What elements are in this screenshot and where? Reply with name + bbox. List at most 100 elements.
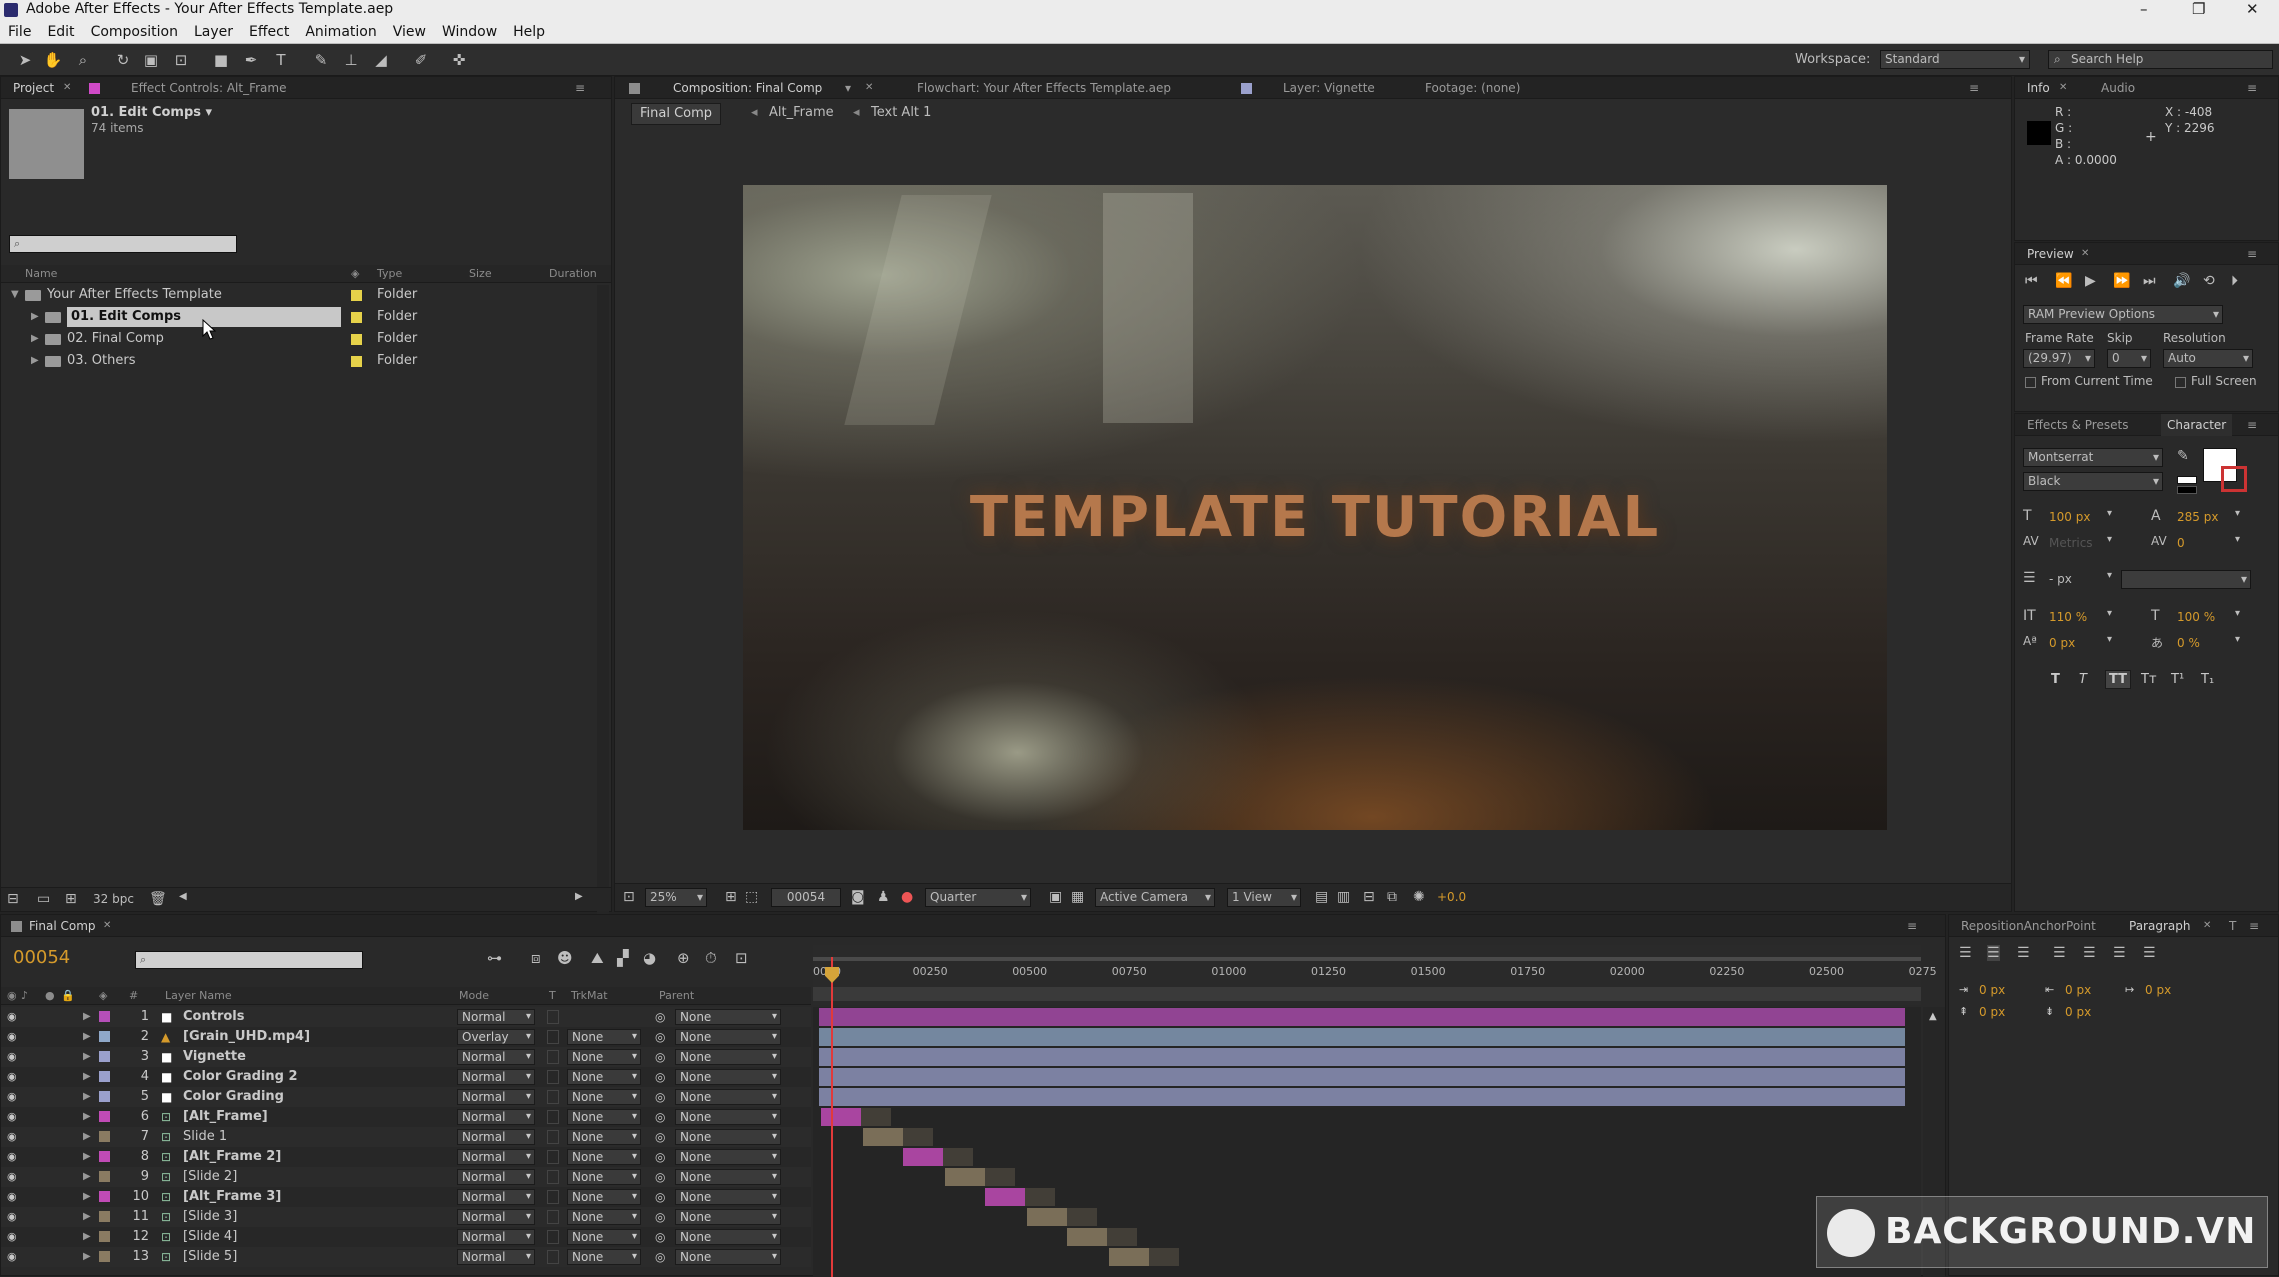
tracking-value[interactable]: 0 <box>2177 536 2185 550</box>
maximize-button[interactable]: ❐ <box>2192 0 2205 19</box>
pickwhip-icon[interactable]: ◎ <box>655 1227 665 1247</box>
align-left-icon[interactable]: ☰ <box>1959 945 1972 961</box>
font-size-value[interactable]: 100 px <box>2049 510 2090 524</box>
layer-duration-bar[interactable] <box>819 1088 1905 1106</box>
composition-viewer[interactable]: TEMPLATE TUTORIAL <box>743 185 1887 830</box>
mute-audio-icon[interactable]: 🔊 <box>2173 273 2190 289</box>
layer-row[interactable]: ◉ ▶ 10 ⊡ [Alt_Frame 3] Normal ▾ None ▾ ◎ None ▾ <box>1 1187 811 1207</box>
comp-lock-icon[interactable] <box>629 83 640 94</box>
transparency-grid-icon[interactable]: ▦ <box>1071 889 1084 905</box>
tab-final-comp[interactable]: Final Comp <box>29 915 96 937</box>
baseline-shift-dropdown-icon[interactable]: ▾ <box>2107 634 2112 645</box>
current-time-field[interactable]: 00054 <box>771 888 841 907</box>
pickwhip-icon[interactable]: ◎ <box>655 1147 665 1167</box>
eye-icon[interactable]: ◉ <box>7 1087 17 1107</box>
layer-duration-bar[interactable] <box>819 1028 1905 1046</box>
stroke-color-swatch[interactable] <box>2221 466 2247 492</box>
black-swatch[interactable] <box>2177 486 2197 494</box>
preserve-transparency-checkbox[interactable] <box>547 1150 559 1164</box>
scroll-left-icon[interactable]: ◀ <box>179 891 187 902</box>
panel-menu-icon[interactable]: ≡ <box>2247 243 2257 265</box>
skip-select[interactable]: 0 ▾ <box>2107 349 2151 368</box>
panel-menu-icon[interactable]: ≡ <box>2249 915 2259 937</box>
layer-parent-select[interactable]: None ▾ <box>675 1249 781 1265</box>
layer-row[interactable]: ◉ ▶ 6 ⊡ [Alt_Frame] Normal ▾ None ▾ ◎ None ▾ <box>1 1107 811 1127</box>
layer-duration-bar[interactable] <box>903 1148 943 1166</box>
disclosure-closed-icon[interactable]: ▶ <box>83 1127 91 1147</box>
pickwhip-icon[interactable]: ◎ <box>655 1087 665 1107</box>
layer-label-swatch[interactable] <box>99 1171 110 1182</box>
resolution-select[interactable]: Auto ▾ <box>2163 349 2253 368</box>
layer-duration-bar[interactable] <box>1027 1208 1067 1226</box>
comp-mini-flowchart-icon[interactable]: ⊶ <box>487 949 502 967</box>
layer-trkmat-select[interactable]: None ▾ <box>567 1029 641 1045</box>
panel-menu-icon[interactable]: ≡ <box>1969 77 1979 99</box>
layer-parent-select[interactable]: None ▾ <box>675 1049 781 1065</box>
layer-parent-select[interactable]: None ▾ <box>675 1109 781 1125</box>
label-column-icon[interactable]: ◈ <box>351 267 359 280</box>
pickwhip-icon[interactable]: ◎ <box>655 1067 665 1087</box>
comp-dropdown-icon[interactable]: ▾ <box>845 77 851 99</box>
eye-icon[interactable]: ◉ <box>7 1107 17 1127</box>
horizontal-scale-dropdown-icon[interactable]: ▾ <box>2235 608 2240 619</box>
column-name[interactable]: Name <box>25 267 57 280</box>
layer-name[interactable]: [Alt_Frame 3] <box>183 1187 281 1207</box>
preserve-transparency-checkbox[interactable] <box>547 1210 559 1224</box>
pickwhip-icon[interactable]: ◎ <box>655 1127 665 1147</box>
stroke-style-select[interactable]: ▾ <box>2121 570 2251 589</box>
layer-label-swatch[interactable] <box>99 1231 110 1242</box>
breadcrumb-text-alt[interactable]: Text Alt 1 <box>871 103 931 123</box>
brush-tool-icon[interactable]: ✎ <box>310 49 332 71</box>
layer-mode-select[interactable]: Normal ▾ <box>457 1189 535 1205</box>
tab-close-icon[interactable]: ✕ <box>2081 243 2089 265</box>
layer-label-swatch[interactable] <box>99 1211 110 1222</box>
disclosure-closed-icon[interactable]: ▶ <box>83 1107 91 1127</box>
layer-name[interactable]: [Alt_Frame] <box>183 1107 268 1127</box>
column-t[interactable]: T <box>549 989 556 1002</box>
frame-blending-icon[interactable]: ⛰ <box>591 949 604 967</box>
layer-name[interactable]: [Slide 3] <box>183 1207 237 1227</box>
preserve-transparency-checkbox[interactable] <box>547 1170 559 1184</box>
preserve-transparency-checkbox[interactable] <box>547 1090 559 1104</box>
tab-close-icon[interactable]: ✕ <box>2203 915 2211 937</box>
stroke-width-value[interactable]: - px <box>2049 572 2072 586</box>
loop-icon[interactable]: ⟲ <box>2203 273 2215 289</box>
tab-preview[interactable]: Preview <box>2027 243 2074 265</box>
pickwhip-icon[interactable]: ◎ <box>655 1167 665 1187</box>
eye-icon[interactable]: ◉ <box>7 1187 17 1207</box>
layer-duration-bar[interactable] <box>819 1048 1905 1066</box>
toggle-pixel-aspect-icon[interactable]: ▤ <box>1315 889 1328 905</box>
align-center-icon[interactable]: ☰ <box>1987 945 2000 961</box>
next-frame-icon[interactable]: ⏩ <box>2113 273 2130 289</box>
layer-name[interactable]: [Alt_Frame 2] <box>183 1147 281 1167</box>
time-ruler-area[interactable]: 0000002500050000750010000125001500017500… <box>813 945 1937 1005</box>
timeline-timecode[interactable]: 00054 <box>13 947 70 968</box>
puppet-tool-icon[interactable]: ✜ <box>448 49 470 71</box>
tab-close-icon[interactable]: ✕ <box>2059 77 2067 99</box>
justify-left-icon[interactable]: ☰ <box>2053 945 2066 961</box>
pickwhip-icon[interactable]: ◎ <box>655 1247 665 1267</box>
workspace-select[interactable]: Standard ▾ <box>1880 50 2030 69</box>
layer-parent-select[interactable]: None ▾ <box>675 1009 781 1025</box>
last-frame-icon[interactable]: ⏭ <box>2143 273 2156 289</box>
layer-parent-select[interactable]: None ▾ <box>675 1169 781 1185</box>
layer-label-swatch[interactable] <box>99 1131 110 1142</box>
pan-behind-tool-icon[interactable]: ⊡ <box>170 49 192 71</box>
column-layer-name[interactable]: Layer Name <box>165 989 232 1002</box>
preserve-transparency-checkbox[interactable] <box>547 1010 559 1024</box>
solo-column-icon[interactable]: ● <box>45 989 55 1002</box>
layer-label-swatch[interactable] <box>99 1071 110 1082</box>
panel-menu-icon[interactable]: ≡ <box>2247 414 2257 436</box>
font-size-dropdown-icon[interactable]: ▾ <box>2107 508 2112 519</box>
label-color-swatch[interactable] <box>351 334 362 345</box>
layer-duration-bar[interactable] <box>1067 1228 1107 1246</box>
label-color-swatch[interactable] <box>351 356 362 367</box>
lock-column-icon[interactable]: 🔒 <box>61 989 75 1002</box>
layer-mode-select[interactable]: Normal ▾ <box>457 1229 535 1245</box>
work-area-bar[interactable] <box>813 957 1921 961</box>
project-item[interactable]: ▶ 03. Others Folder <box>1 351 597 371</box>
mask-visibility-icon[interactable]: ⬚ <box>745 889 758 905</box>
layer-trkmat-select[interactable]: None ▾ <box>567 1249 641 1265</box>
indent-first-line-value[interactable]: 0 px <box>2145 983 2171 997</box>
layer-row[interactable]: ◉ ▶ 13 ⊡ [Slide 5] Normal ▾ None ▾ ◎ None ▾ <box>1 1247 811 1267</box>
